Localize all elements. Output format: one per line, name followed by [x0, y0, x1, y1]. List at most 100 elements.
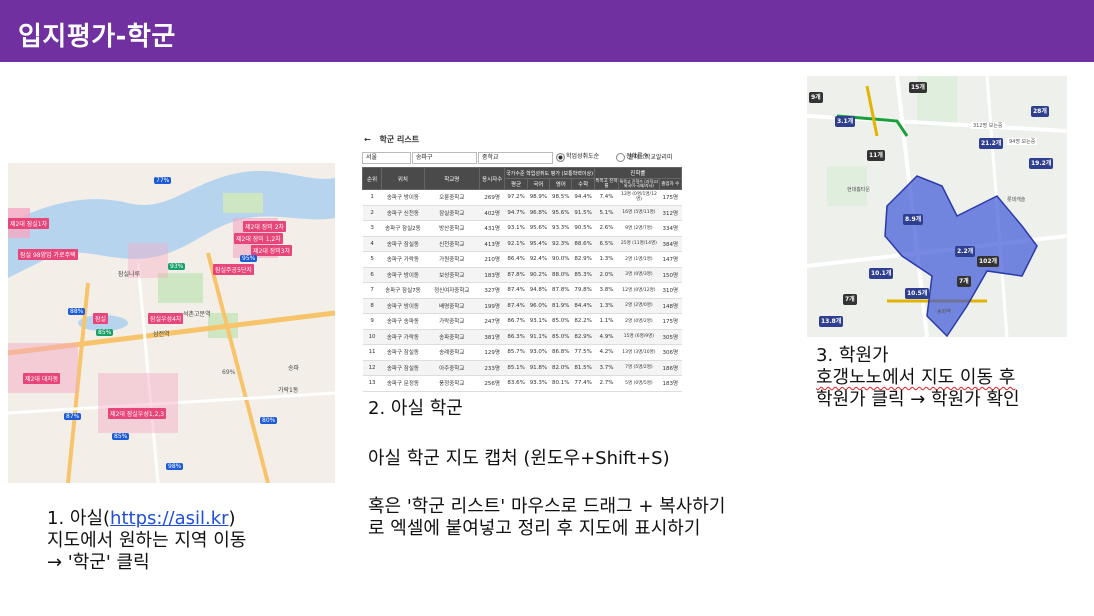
col-header: 수학 [571, 178, 595, 190]
table-cell: 87.8% [504, 267, 528, 283]
table-cell: 2명 (1명/1명) [618, 251, 660, 268]
sort-achievement-radio[interactable] [556, 153, 565, 162]
caption-step-3: 3. 학원가 호갱노노에서 지도 이동 후 학원가 클릭 → 학원가 확인 [816, 345, 1020, 411]
table-cell: 233명 [479, 360, 505, 376]
district-select-value: 송파구 [416, 154, 433, 161]
table-cell: 25명 (11명/14명) [618, 236, 660, 252]
map3-label: 312명 보는중 [971, 122, 1005, 129]
table-cell: 풍정중학교 [424, 375, 480, 392]
table-cell: 247명 [479, 313, 505, 330]
table-cell: 방산중학교 [424, 220, 480, 237]
slide-title: 입지평가-학군 [18, 22, 176, 52]
table-cell: 가원중학교 [424, 251, 480, 268]
table-row: 11 송파구 잠실동 송례중학교 129명 85.7% 93.0% 86.8% 77.5% 4.… [362, 344, 682, 361]
table-cell: 4.2% [594, 344, 619, 361]
table-cell: 아주중학교 [424, 360, 480, 376]
map1-percent: 80% [260, 417, 278, 424]
table-cell: 88.6% [571, 236, 595, 252]
academy-count-bubble[interactable]: 10.5개 [905, 288, 930, 299]
region-select-value: 서울 [366, 154, 378, 161]
caption-2-line3: 혹은 '학군 리스트' 마우스로 드래그 + 복사하기 [368, 496, 726, 517]
table-cell: 93.1% [527, 313, 550, 330]
table-cell: 3.7% [594, 360, 619, 376]
caption-1-line1: 1. 아실(https://asil.kr) [47, 508, 246, 530]
table-cell: 93.1% [504, 220, 528, 237]
academy-count-bubble[interactable]: 2.2개 [955, 246, 976, 257]
academy-count-bubble[interactable]: 21.2개 [979, 138, 1004, 149]
academy-count-bubble[interactable]: 15개 [909, 82, 927, 93]
district-select[interactable]: 송파구 [412, 152, 477, 164]
table-cell: 2.7% [594, 375, 619, 392]
sort-admission-radio[interactable] [616, 153, 625, 162]
table-cell: 보성중학교 [424, 267, 480, 283]
academy-count-bubble[interactable]: 19.2개 [1029, 158, 1054, 169]
table-cell: 87.8% [549, 282, 572, 299]
table-cell: 96.8% [527, 205, 550, 221]
col-header: 순위 [361, 167, 383, 190]
table-cell: 186명 [659, 360, 682, 376]
caption-2-line4: 로 엑셀에 붙여넣고 정리 후 지도에 표시하기 [368, 518, 701, 539]
map3-label: 현대홈타운 [847, 187, 871, 193]
academy-count-bubble[interactable]: 3.1개 [835, 116, 856, 127]
caption-1-line3: → '학군' 클릭 [47, 552, 150, 573]
table-cell: 402명 [479, 205, 505, 221]
table-row: 6 송파구 방이동 보성중학교 183명 87.8% 90.2% 88.0% 85.3% 2.0… [362, 267, 682, 283]
region-select[interactable]: 서울 [362, 152, 411, 164]
group-header-achievement: 국가수준 학업성취도 평가 (보통학력이상) [504, 167, 595, 179]
table-cell: 90.5% [571, 220, 595, 237]
table-cell: 7 [362, 282, 382, 299]
table-cell: 1.3% [594, 251, 619, 268]
academy-count-bubble[interactable]: 11개 [867, 150, 885, 161]
map3-label: 송파역 [937, 309, 951, 315]
table-cell: 94.8% [527, 282, 550, 299]
caption-3-line2: 호갱노노에서 지도 이동 후 [816, 367, 1016, 388]
table-cell: 12 [362, 360, 382, 376]
table-cell: 93.3% [549, 220, 572, 237]
table-cell: 가락중학교 [424, 313, 480, 330]
table-cell: 82.2% [571, 313, 595, 330]
level-select[interactable]: 중학교 [478, 152, 553, 164]
table-cell: 94.7% [504, 205, 528, 221]
table-cell: 88.0% [549, 267, 572, 283]
table-cell: 327명 [479, 282, 505, 299]
academy-count-bubble[interactable]: 9개 [809, 92, 823, 103]
sort-achievement-label: 학업성취도순 [566, 153, 600, 160]
table-cell: 85.3% [571, 267, 595, 283]
table-cell: 송파중학교 [424, 329, 480, 345]
asil-link[interactable]: https://asil.kr [110, 508, 228, 529]
academy-count-bubble[interactable]: 8.9개 [903, 214, 924, 225]
level-select-value: 중학교 [482, 154, 499, 161]
table-cell: 송파구 잠실2동 [381, 220, 425, 237]
academy-count-bubble[interactable]: 28개 [1031, 106, 1049, 117]
col-header: 국어 [526, 178, 551, 190]
table-cell: 송파구 잠실7동 [381, 282, 425, 299]
map1-place: 송파 [288, 365, 300, 372]
academy-count-bubble[interactable]: 7개 [843, 294, 857, 305]
academy-count-bubble[interactable]: 10.1개 [869, 268, 894, 279]
group-header-admission: 진학률 [593, 167, 683, 179]
table-cell: 3 [362, 220, 382, 237]
table-row: 7 송파구 잠실7동 정신여자중학교 327명 87.4% 94.8% 87.8% 79.8%… [362, 282, 682, 299]
table-row: 13 송파구 문정동 풍정중학교 256명 83.6% 93.3% 80.1% 77.4% 2.… [362, 375, 682, 392]
academy-count-bubble[interactable]: 7개 [957, 276, 971, 287]
table-cell: 94.4% [571, 189, 595, 206]
table-cell: 4.9% [594, 329, 619, 345]
caption-1-suffix: ) [228, 508, 236, 529]
table-cell: 431명 [479, 220, 505, 237]
map1-label: 제2대 장미3차 [251, 245, 293, 256]
map1-percent: 95% [240, 255, 258, 262]
school-list-panel: ← 학군 리스트 서울 송파구 중학교 학업성취도순 진학률순 출처 : 학교알… [360, 129, 686, 392]
table-cell: 10 [362, 329, 382, 345]
map1-label: 제2대 장미 2차 [243, 221, 287, 232]
back-arrow-icon[interactable]: ← [364, 135, 371, 144]
table-cell: 80.1% [549, 375, 572, 392]
school-list-header: ← 학군 리스트 [364, 134, 419, 145]
academy-count-bubble[interactable]: 102개 [977, 256, 1000, 267]
table-cell: 77.5% [571, 344, 595, 361]
map1-percent: 98% [166, 463, 184, 470]
table-cell: 90.2% [527, 267, 550, 283]
table-cell: 2 [362, 205, 382, 221]
caption-2-line2: 아실 학군 지도 캡처 (윈도우+Shift+S) [368, 448, 670, 469]
col-header: 특목고 진학률 [593, 178, 620, 190]
academy-count-bubble[interactable]: 13.8개 [819, 316, 844, 327]
